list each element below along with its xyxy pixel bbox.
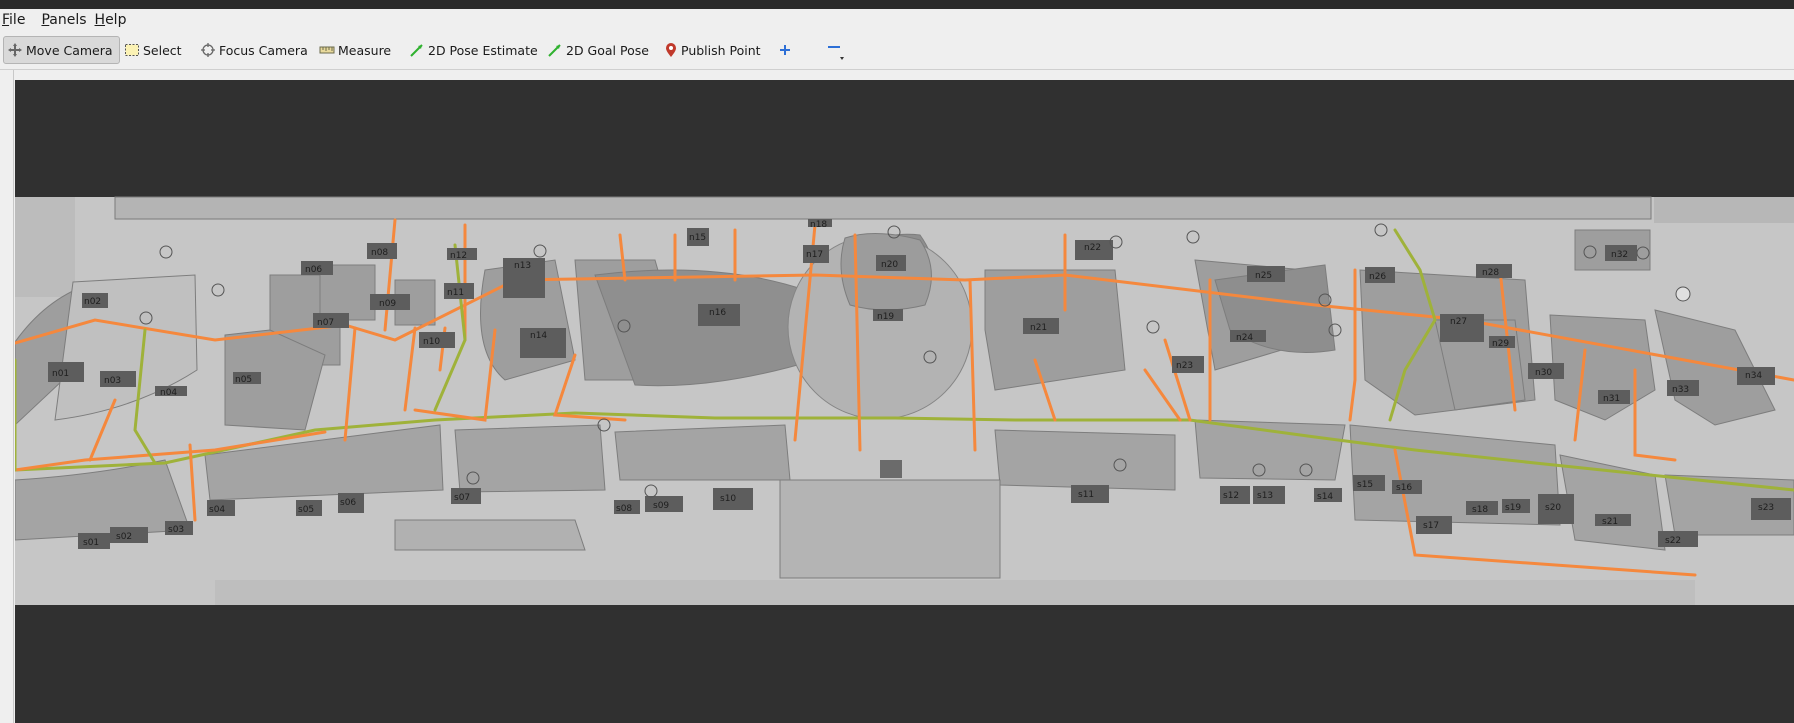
store-n34-label: n34	[1745, 371, 1762, 381]
menu-help[interactable]: Help	[95, 12, 133, 28]
store-n16-label: n16	[709, 308, 726, 318]
store-s18-label: s18	[1472, 505, 1488, 515]
left-dock-edge	[0, 70, 14, 723]
menu-panels-rest: anels	[49, 12, 87, 28]
move-camera-button[interactable]: Move Camera	[3, 36, 120, 64]
store-n01-label: n01	[52, 369, 69, 379]
select-button[interactable]: Select	[124, 36, 182, 64]
facility-icon	[1675, 286, 1691, 302]
store-s20-label: s20	[1545, 503, 1561, 513]
store-n25-label: n25	[1255, 271, 1272, 281]
ruler-icon	[319, 42, 335, 58]
store-n27-label: n27	[1450, 317, 1467, 327]
focus-camera-label: Focus Camera	[219, 42, 308, 58]
focus-camera-button[interactable]: Focus Camera	[200, 36, 308, 64]
menu-panels[interactable]: Panels	[41, 12, 92, 28]
store-s05-label: s05	[298, 505, 314, 515]
pose-estimate-button[interactable]: 2D Pose Estimate	[409, 36, 538, 64]
publish-point-label: Publish Point	[681, 42, 761, 58]
store-n15-label: n15	[689, 233, 706, 243]
store-s06-label: s06	[340, 498, 356, 508]
store-s14-label: s14	[1317, 492, 1333, 502]
store-n23-label: n23	[1176, 361, 1193, 371]
store-n11-label: n11	[447, 288, 464, 298]
store-n17-label: n17	[806, 250, 823, 260]
store-n22-label: n22	[1084, 243, 1101, 253]
menu-file[interactable]: File	[2, 12, 31, 28]
store-n03-label: n03	[104, 376, 121, 386]
store-n30-label: n30	[1535, 368, 1552, 378]
store-s02-label: s02	[116, 532, 132, 542]
store-s12-label: s12	[1223, 491, 1239, 501]
store-n28-label: n28	[1482, 268, 1499, 278]
measure-button[interactable]: Measure	[319, 36, 391, 64]
store-n20-label: n20	[881, 260, 898, 270]
map-viewport[interactable]: n01 n02 n03 n04 n05 n06 n07 n08 n09 n10 …	[15, 80, 1794, 723]
store-n08-label: n08	[371, 248, 388, 258]
tool-toolbar: Move Camera Select Focus Camera Measure …	[0, 33, 1794, 70]
store-n09-label: n09	[379, 299, 396, 309]
store-n33-label: n33	[1672, 385, 1689, 395]
goal-pose-label: 2D Goal Pose	[566, 42, 649, 58]
store-n04-label: n04	[160, 388, 177, 398]
add-tool-button[interactable]	[778, 36, 792, 64]
store-s16-label: s16	[1396, 483, 1412, 493]
store-n18-label: n18	[810, 220, 827, 230]
measure-label: Measure	[338, 42, 392, 58]
store-s04-label: s04	[209, 505, 225, 515]
select-icon	[124, 42, 140, 58]
store-s23-label: s23	[1758, 503, 1774, 513]
goal-pose-button[interactable]: 2D Goal Pose	[547, 36, 649, 64]
store-s22-label: s22	[1665, 536, 1681, 546]
window-titlebar	[0, 0, 1794, 9]
store-n10-label: n10	[423, 337, 440, 347]
menu-help-rest: elp	[105, 12, 127, 28]
publish-point-button[interactable]: Publish Point	[664, 36, 761, 64]
store-s19-label: s19	[1505, 503, 1521, 513]
store-n12-label: n12	[450, 251, 467, 261]
store-s07-label: s07	[454, 493, 470, 503]
plus-icon	[778, 43, 792, 57]
facility-icon	[880, 460, 902, 478]
green-arrow-icon	[547, 42, 563, 58]
green-arrow-icon	[409, 42, 425, 58]
remove-tool-button[interactable]	[826, 36, 846, 64]
store-s10-label: s10	[720, 494, 736, 504]
store-n06-label: n06	[305, 265, 322, 275]
store-s11-label: s11	[1078, 490, 1094, 500]
store-n31-label: n31	[1603, 394, 1620, 404]
store-n14-label: n14	[530, 331, 547, 341]
store-s15-label: s15	[1357, 480, 1373, 490]
store-n32-label: n32	[1611, 250, 1628, 260]
menu-help-mnemonic: H	[94, 12, 106, 28]
store-s13-label: s13	[1257, 491, 1273, 501]
store-s03-label: s03	[168, 525, 184, 535]
menu-file-rest: ile	[9, 12, 26, 28]
store-n13-label: n13	[514, 261, 531, 271]
menu-file-mnemonic: F	[2, 12, 10, 28]
move-camera-icon	[7, 42, 23, 58]
store-n29-label: n29	[1492, 339, 1509, 349]
store-s08-label: s08	[616, 504, 632, 514]
map-pin-icon	[664, 42, 678, 58]
store-n21-label: n21	[1030, 323, 1047, 333]
store-n05-label: n05	[235, 375, 252, 385]
menu-bar: File Panels Help	[0, 9, 1794, 31]
minus-icon	[826, 39, 846, 61]
store-n26-label: n26	[1369, 272, 1386, 282]
store-n02-label: n02	[84, 297, 101, 307]
focus-camera-icon	[200, 42, 216, 58]
store-s09-label: s09	[653, 501, 669, 511]
store-s17-label: s17	[1423, 521, 1439, 531]
store-s01-label: s01	[83, 538, 99, 548]
mall-map: n01 n02 n03 n04 n05 n06 n07 n08 n09 n10 …	[15, 196, 1794, 605]
pose-estimate-label: 2D Pose Estimate	[428, 42, 538, 58]
store-n24-label: n24	[1236, 333, 1253, 343]
move-camera-label: Move Camera	[26, 42, 113, 58]
store-n07-label: n07	[317, 318, 334, 328]
store-s21-label: s21	[1602, 517, 1618, 527]
store-n19-label: n19	[877, 312, 894, 322]
select-label: Select	[143, 42, 182, 58]
